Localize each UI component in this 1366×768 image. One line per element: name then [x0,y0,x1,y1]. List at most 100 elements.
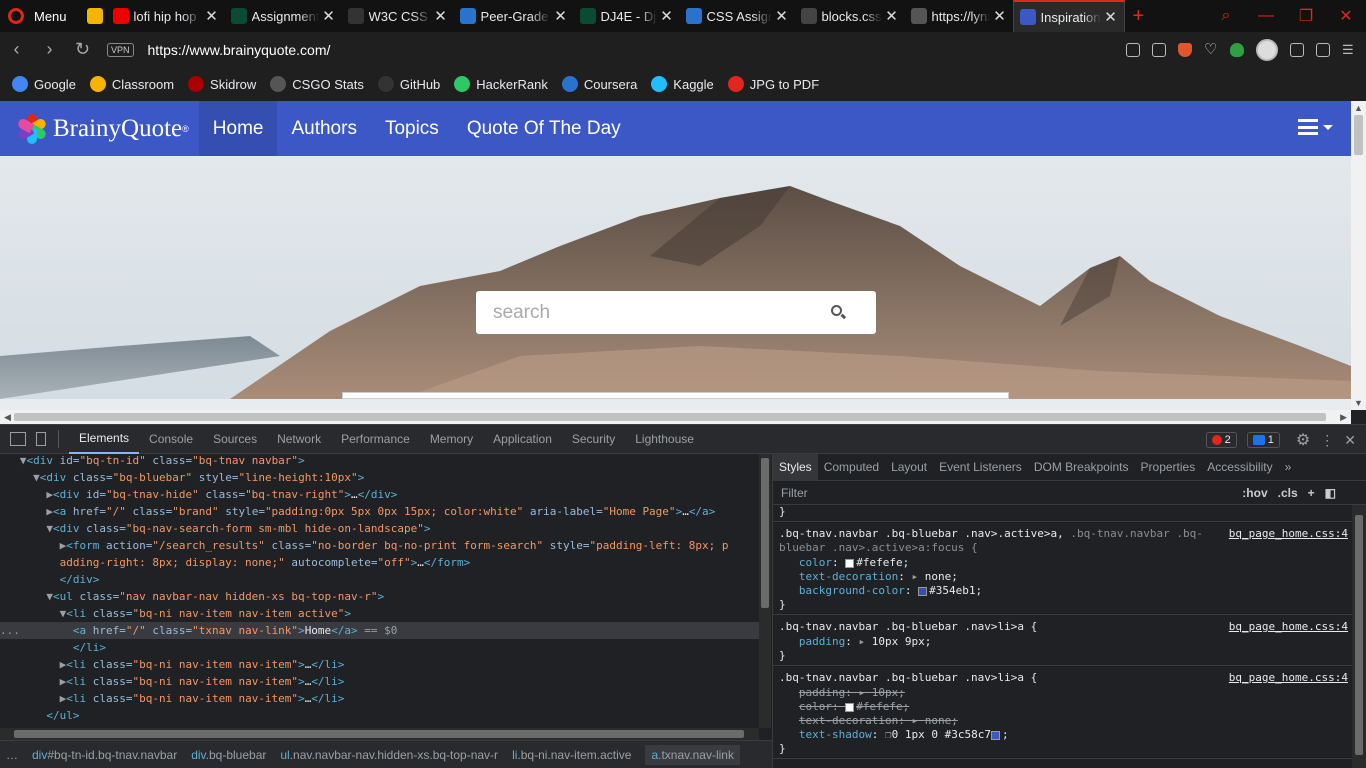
share-icon[interactable] [1126,42,1140,57]
close-devtools-icon[interactable]: ✕ [1344,432,1356,449]
browser-tab[interactable]: Assignment ✕ [225,0,342,32]
bookmark-item[interactable]: Coursera [561,76,637,92]
styles-tab[interactable]: Event Listeners [933,454,1028,481]
breadcrumb-item[interactable]: ul.nav.navbar-nav.hidden-xs.bq-top-nav-r [280,748,498,762]
profile-avatar[interactable] [1256,38,1278,61]
url-field[interactable]: https://www.brainyquote.com/ [148,42,331,58]
bookmark-item[interactable]: JPG to PDF [727,76,819,92]
device-toolbar-icon[interactable] [36,432,46,446]
dom-node-line[interactable]: ▼<div class="bq-nav-search-form sm-mbl h… [0,520,759,537]
elements-horizontal-scrollbar[interactable] [0,728,759,740]
browser-tab[interactable]: Peer-Grade ✕ [454,0,574,32]
css-declaration[interactable]: color: #fefefe; [799,556,909,569]
close-tab-icon[interactable]: ✕ [1104,8,1118,26]
dom-node-line[interactable]: </div> [0,571,759,588]
color-swatch[interactable] [845,558,855,568]
expand-triangle-icon[interactable]: ▼ [20,454,27,467]
breadcrumb-item[interactable]: div#bq-tn-id.bq-tnav.navbar [32,748,177,762]
styles-tab[interactable]: Styles [773,453,818,481]
browser-tab[interactable]: lofi hip hop ✕ [107,0,225,32]
nav-home[interactable]: Home [198,101,278,156]
browser-tab[interactable]: https://lynx ✕ [905,0,1013,32]
dom-node-line[interactable]: ▼<div id="bq-tn-id" class="bq-tnav navba… [0,454,759,469]
restore-button[interactable]: ❐ [1286,6,1326,26]
page-horizontal-scrollbar[interactable]: ◀ ▶ [0,410,1351,424]
devtools-tab[interactable]: Memory [420,425,483,454]
close-tab-icon[interactable]: ✕ [885,7,899,25]
browser-tab[interactable]: blocks.css ✕ [795,0,905,32]
expand-arrow-icon[interactable]: ▸ [911,714,924,727]
more-tabs-icon[interactable]: » [1279,454,1298,481]
devtools-tab[interactable]: Sources [203,425,267,454]
extensions-cube-icon[interactable] [1290,42,1304,57]
expand-arrow-icon[interactable]: ▸ [858,686,871,699]
extension-shield-icon[interactable] [1230,42,1244,57]
devtools-tab[interactable]: Lighthouse [625,425,704,454]
adblock-shield-icon[interactable] [1178,42,1192,57]
devtools-tab[interactable]: Application [483,425,562,454]
download-icon[interactable] [1316,42,1330,57]
breadcrumb-item[interactable]: div.bq-bluebar [191,748,266,762]
devtools-tab[interactable]: Elements [69,425,140,454]
css-declaration[interactable]: color: #fefefe; [799,700,909,713]
breadcrumb-item[interactable]: a.txnav.nav-link [645,744,740,765]
color-swatch[interactable] [990,730,1000,740]
browser-tab[interactable]: Inspirationa✕ [1012,0,1125,32]
dom-node-line[interactable]: adding-right: 8px; display: none;" autoc… [0,554,759,571]
page-vertical-scrollbar[interactable]: ▲ ▼ [1351,101,1366,410]
inspect-element-icon[interactable] [10,432,26,446]
easy-setup-icon[interactable]: ☰ [1342,42,1356,57]
color-swatch[interactable] [918,586,928,596]
close-tab-icon[interactable]: ✕ [993,7,1007,25]
dom-node-line[interactable]: ▼<div class="bq-bluebar" style="line-hei… [0,469,759,486]
bookmark-heart-icon[interactable]: ♡ [1204,42,1218,57]
hamburger-menu-button[interactable] [1298,119,1333,135]
color-swatch[interactable] [845,702,855,712]
css-declaration[interactable]: text-decoration: ▸ none; [799,714,958,727]
toggle-sidebar-icon[interactable]: ◧ [1325,486,1336,500]
browser-tab[interactable]: DJ4E - Djan✕ [574,0,680,32]
css-declaration[interactable]: background-color: #354eb1; [799,584,982,597]
dom-node-line[interactable]: ▶<li class="bq-ni nav-item nav-item">…</… [0,690,759,707]
minimize-button[interactable]: — [1246,7,1286,25]
dom-node-line[interactable]: </li> [0,639,759,656]
close-tab-icon[interactable]: ✕ [205,7,219,25]
vpn-badge[interactable]: VPN [107,42,134,57]
bookmark-item[interactable]: GitHub [377,76,440,92]
browser-tab[interactable]: CSS Assign ✕ [680,0,795,32]
devtools-tab[interactable]: Console [139,425,203,454]
message-badge[interactable]: 1 [1246,432,1280,448]
more-options-icon[interactable]: ⋮ [1320,432,1334,449]
search-icon[interactable] [831,305,842,316]
cls-toggle[interactable]: .cls [1278,486,1298,500]
expand-arrow-icon[interactable]: ▸ [858,635,871,648]
nav-authors[interactable]: Authors [277,101,370,156]
new-tab-button[interactable]: + [1133,5,1145,28]
expand-triangle-icon[interactable]: ▼ [46,522,53,535]
css-declaration[interactable]: padding: ▸ 10px; [799,686,905,699]
dom-node-line[interactable]: ▶<li class="bq-ni nav-item nav-item">…</… [0,673,759,690]
brainyquote-logo[interactable]: BrainyQuote ® [0,101,199,156]
css-source-link[interactable]: bq_page_home.css:4 [1229,671,1348,684]
forward-button[interactable]: › [33,39,66,60]
expand-triangle-icon[interactable]: ▶ [46,488,53,501]
styles-tab[interactable]: Properties [1135,454,1202,481]
dom-node-line[interactable]: ▶<li class="bq-ni nav-item nav-item">…</… [0,656,759,673]
elements-vertical-scrollbar[interactable] [759,454,771,728]
bookmark-item[interactable]: Skidrow [188,76,256,92]
back-button[interactable]: ‹ [0,39,33,60]
styles-filter[interactable]: Filter :hov .cls + ◧ [773,481,1366,505]
css-declaration[interactable]: text-decoration: ▸ none; [799,570,958,583]
bookmark-item[interactable]: Classroom [89,76,174,92]
styles-vertical-scrollbar[interactable] [1352,505,1366,768]
dom-node-line[interactable]: ▼<li class="bq-ni nav-item nav-item acti… [0,605,759,622]
close-tab-icon[interactable]: ✕ [554,7,568,25]
styles-tab[interactable]: Layout [885,454,933,481]
breadcrumb-item[interactable]: li.bq-ni.nav-item.active [512,748,631,762]
styles-tab[interactable]: Computed [818,454,885,481]
dom-node-line[interactable]: ▶<form action="/search_results" class="n… [0,537,759,554]
css-source-link[interactable]: bq_page_home.css:4 [1229,527,1348,540]
new-rule-icon[interactable]: + [1308,486,1315,500]
expand-triangle-icon[interactable]: ▶ [46,505,53,518]
hov-toggle[interactable]: :hov [1242,486,1267,500]
